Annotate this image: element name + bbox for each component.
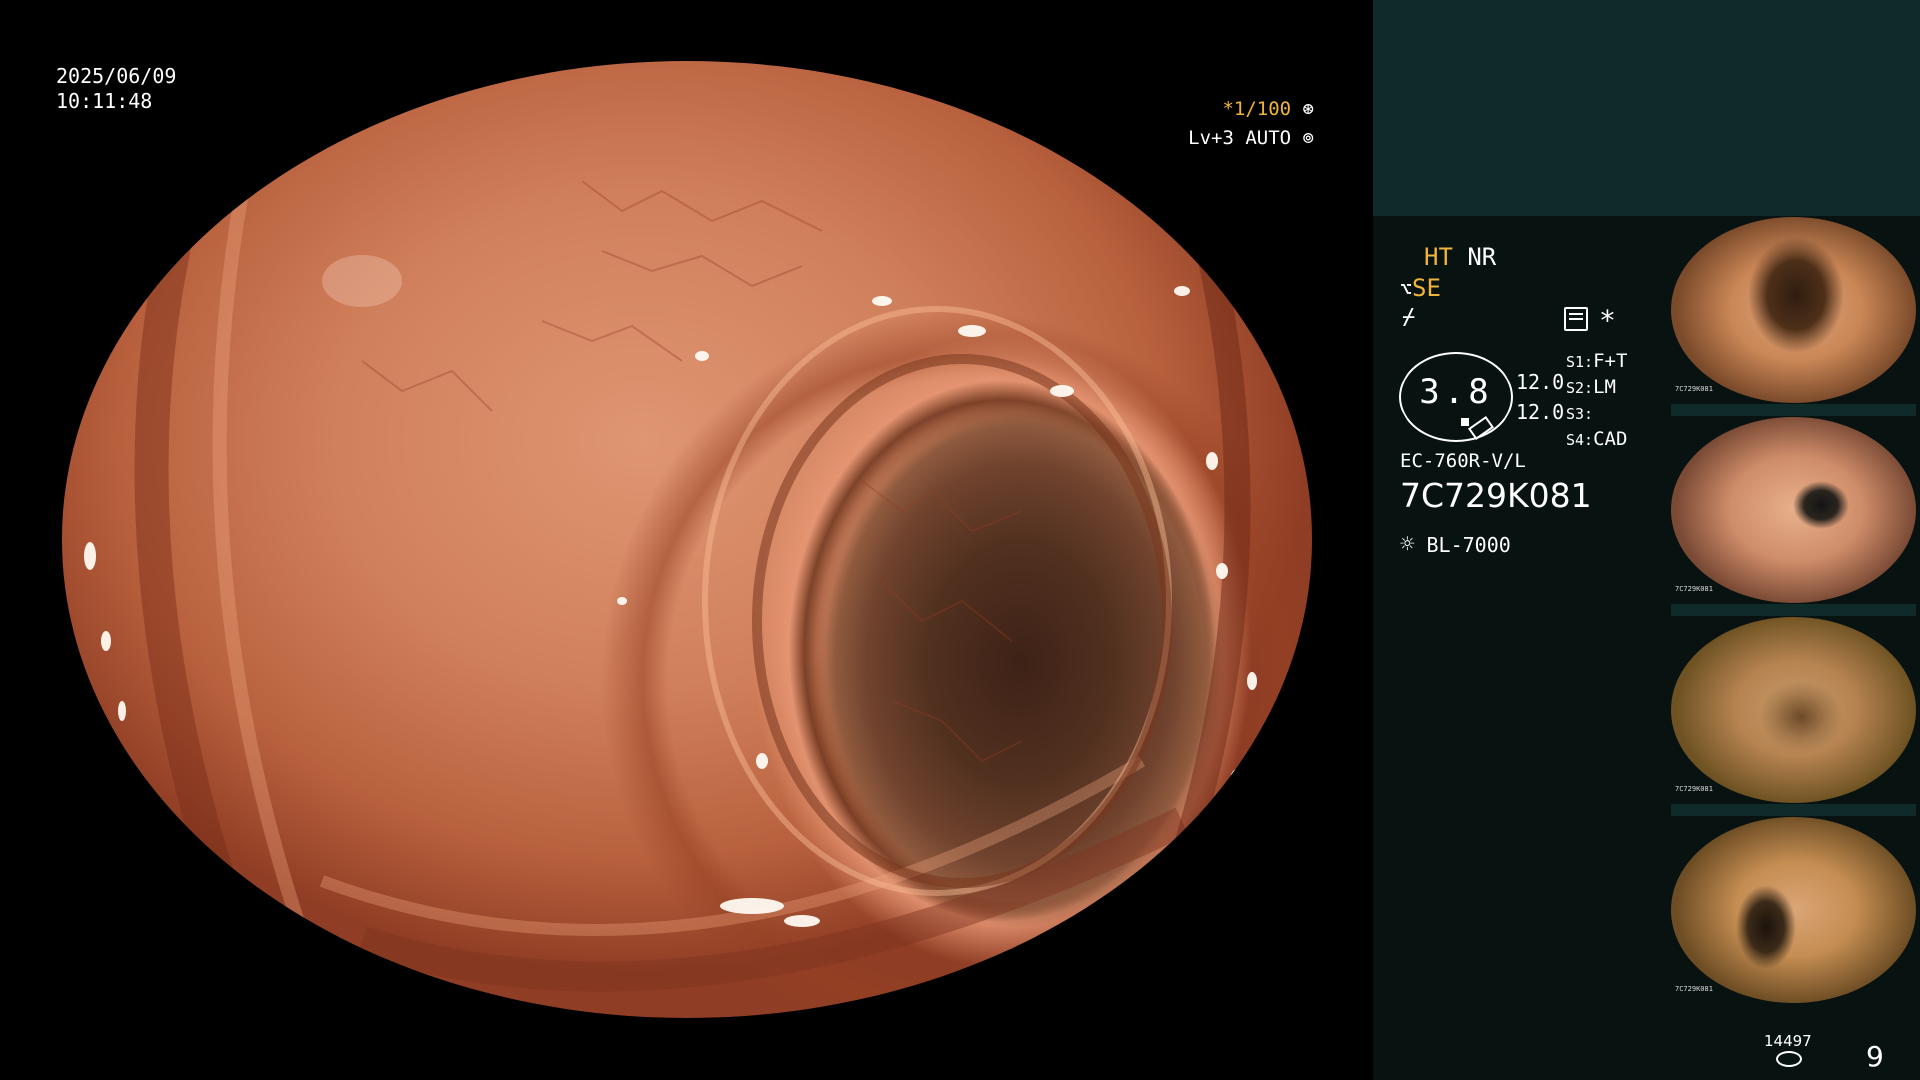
scope-tip-icon: ⌥ [1400, 277, 1413, 301]
light-source-text: BL-7000 [1426, 533, 1511, 557]
shutter-text: *1/100 [1222, 98, 1292, 120]
switch-list: S1:F+T S2:LM S3: S4:CAD [1566, 349, 1627, 453]
thumbnail-1-caption [1671, 404, 1916, 416]
mode-ht: HT [1424, 243, 1453, 271]
light-source: ☼ BL-7000 [1400, 530, 1511, 558]
mode-ht-nr: HT NR [1424, 243, 1496, 271]
patient-info-area [1373, 0, 1920, 216]
image-count: 9 [1866, 1040, 1884, 1073]
top-frame-mask [0, 0, 1320, 61]
scope-serial: 7C729K081 [1400, 476, 1592, 515]
disk-stack-icon [1776, 1051, 1802, 1067]
sun-icon: ☼ [1400, 530, 1415, 558]
switch-s1: S1:F+T [1566, 350, 1628, 372]
gauge-sub2: 12.0 [1516, 400, 1565, 424]
thumbnail-2[interactable]: 7C729K081 [1671, 417, 1916, 603]
storage-count: 14497 [1764, 1032, 1812, 1050]
endoscope-view [62, 61, 1312, 1018]
aperture-icon: ⊛ [1302, 98, 1314, 120]
mode-nr: NR [1467, 243, 1497, 271]
thumbnail-4[interactable]: 7C729K081 [1671, 817, 1916, 1003]
level-text: Lv+3 AUTO [1188, 127, 1292, 149]
time-text: 10:11:48 [56, 89, 153, 113]
scope-model: EC-760R-V/L [1400, 450, 1526, 472]
switch-s4: S4:CAD [1566, 428, 1628, 450]
shutter-indicator: *1/100 ⊛ [1222, 98, 1314, 120]
mode-se: SE [1412, 274, 1441, 302]
thumbnail-2-caption [1671, 604, 1916, 616]
gauge-sub1: 12.0 [1516, 370, 1565, 394]
switch-s3: S3: [1566, 405, 1594, 423]
gauge-value: 3.8 [1419, 372, 1493, 412]
bottom-frame-mask [0, 1018, 1372, 1080]
gauge-marker [1461, 418, 1469, 426]
iris-icon: ⊚ [1302, 127, 1314, 149]
thumbnail-3[interactable]: 7C729K081 [1671, 617, 1916, 803]
exposure-level: Lv+3 AUTO ⊚ [1188, 127, 1314, 149]
switch-s2: S2:LM [1566, 376, 1616, 398]
asterisk-indicator: * [1599, 304, 1616, 337]
mucosa-texture [84, 139, 1257, 1018]
settings-list-icon [1564, 307, 1588, 331]
sharpness-icon: ⌿ [1402, 305, 1416, 330]
mode-se-row: ⌥SE [1400, 274, 1441, 302]
date-time-stamp: 2025/06/09 10:11:48 [56, 64, 176, 114]
thumbnail-3-caption [1671, 804, 1916, 816]
date-text: 2025/06/09 [56, 64, 177, 88]
thumbnail-1[interactable]: 7C729K081 [1671, 217, 1916, 403]
